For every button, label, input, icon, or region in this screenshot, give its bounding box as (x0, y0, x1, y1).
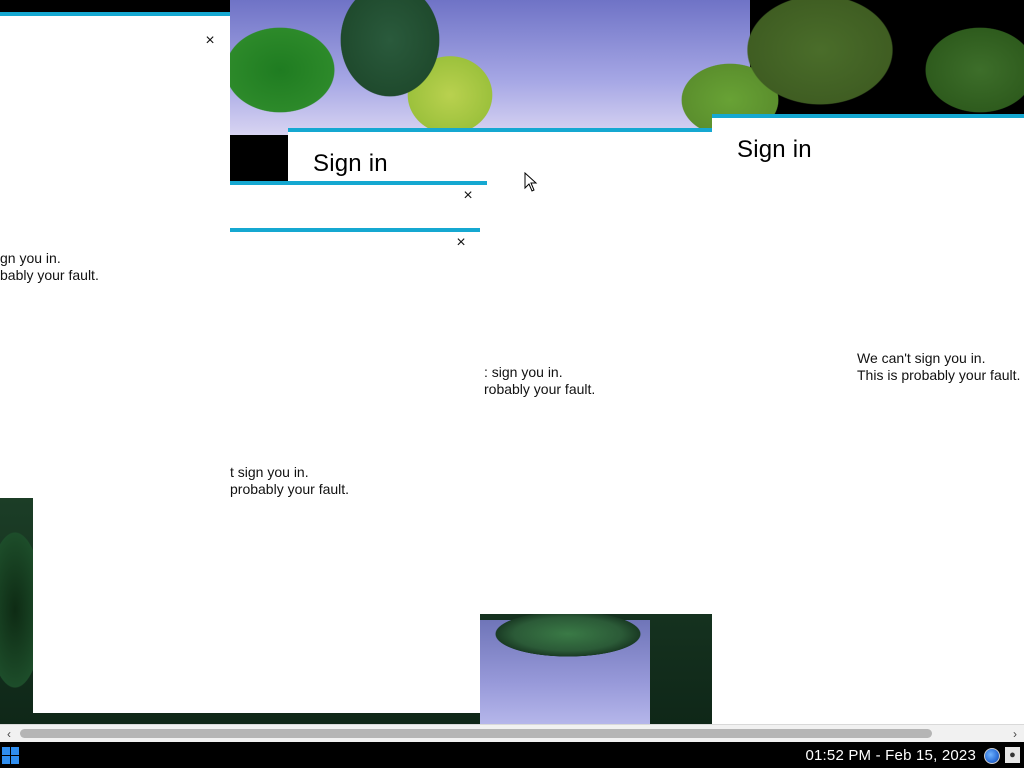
mouse-cursor-icon (524, 172, 538, 192)
dialog-title: Sign in (737, 136, 812, 163)
dialog-message: : sign you in. robably your fault. (484, 364, 595, 398)
close-icon[interactable]: × (203, 33, 217, 49)
taskbar-clock[interactable]: 01:52 PM - Feb 15, 2023 (805, 747, 976, 764)
message-line-2: bably your fault. (0, 267, 99, 283)
windows-start-icon[interactable] (2, 747, 19, 764)
desktop: × gn you in. bably your fault. Sign in :… (0, 0, 1024, 724)
sign-in-dialog-stacked-1: × (230, 181, 487, 229)
wallpaper-lily-leaf (488, 614, 648, 662)
dialog-title: Sign in (313, 150, 388, 177)
sign-in-dialog-left: × gn you in. bably your fault. (0, 12, 230, 498)
taskbar: 01:52 PM - Feb 15, 2023 ● (0, 742, 1024, 768)
dialog-message: gn you in. bably your fault. (0, 250, 99, 284)
message-line-2: probably your fault. (230, 481, 350, 497)
dialog-accent-bar (230, 181, 487, 185)
dialog-accent-bar (230, 228, 480, 232)
scrollbar-thumb[interactable] (20, 729, 932, 738)
message-line-1: gn you in. (0, 250, 61, 266)
scroll-left-arrow-icon[interactable]: ‹ (0, 725, 18, 743)
message-line-2: robably your fault. (484, 381, 596, 397)
dialog-message: t sign you in. probably your fault. (230, 464, 349, 498)
message-line-1: We can't sign you in. (857, 350, 986, 366)
close-icon[interactable]: × (454, 235, 468, 251)
dialog-accent-bar (0, 12, 230, 16)
close-icon[interactable]: × (461, 188, 475, 204)
horizontal-scrollbar[interactable]: ‹ › (0, 724, 1024, 743)
dialog-accent-bar (712, 114, 1024, 118)
message-line-1: : sign you in. (484, 364, 563, 380)
dialog-message: We can't sign you in. This is probably y… (857, 350, 1020, 384)
sign-in-dialog-stacked-2: × t sign you in. probably your fault. (230, 228, 480, 498)
dialog-accent-bar (288, 128, 712, 132)
message-line-1: t sign you in. (230, 464, 309, 480)
user-icon[interactable]: ● (1005, 747, 1020, 763)
message-line-2: This is probably your fault. (857, 367, 1021, 383)
globe-icon[interactable] (984, 748, 1000, 764)
scroll-right-arrow-icon[interactable]: › (1006, 725, 1024, 743)
sign-in-dialog-right: Sign in We can't sign you in. This is pr… (712, 114, 1024, 724)
